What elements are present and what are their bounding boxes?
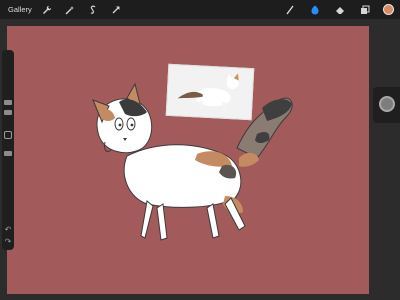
redo-icon[interactable]: ↷ <box>3 237 13 247</box>
magic-wand-icon[interactable] <box>63 3 77 17</box>
opacity-slider[interactable] <box>4 151 12 156</box>
left-sidebar: ↶ ↷ <box>2 50 14 250</box>
undo-icon[interactable]: ↶ <box>3 225 13 235</box>
right-toolset <box>283 0 394 19</box>
eraser-icon[interactable] <box>333 3 347 17</box>
brush-size-slider[interactable] <box>4 100 12 105</box>
color-picker-swatch[interactable] <box>383 4 394 15</box>
wrench-icon[interactable] <box>40 3 54 17</box>
eyedropper-square[interactable] <box>4 131 12 139</box>
procreate-app: Gallery ↶ ↷ <box>0 0 400 300</box>
gallery-button[interactable]: Gallery <box>8 5 32 14</box>
brush-size-slider-handle[interactable] <box>4 110 12 115</box>
top-toolbar: Gallery <box>0 0 400 19</box>
cat-drawing <box>92 82 293 241</box>
smudge-icon[interactable] <box>308 3 322 17</box>
drawing-canvas[interactable] <box>7 26 369 294</box>
transform-arrow-icon[interactable] <box>109 3 123 17</box>
brush-icon[interactable] <box>283 3 297 17</box>
right-side-panel <box>373 87 400 123</box>
layers-icon[interactable] <box>358 3 372 17</box>
selection-s-icon[interactable] <box>86 3 100 17</box>
right-knob-button[interactable] <box>379 96 395 112</box>
